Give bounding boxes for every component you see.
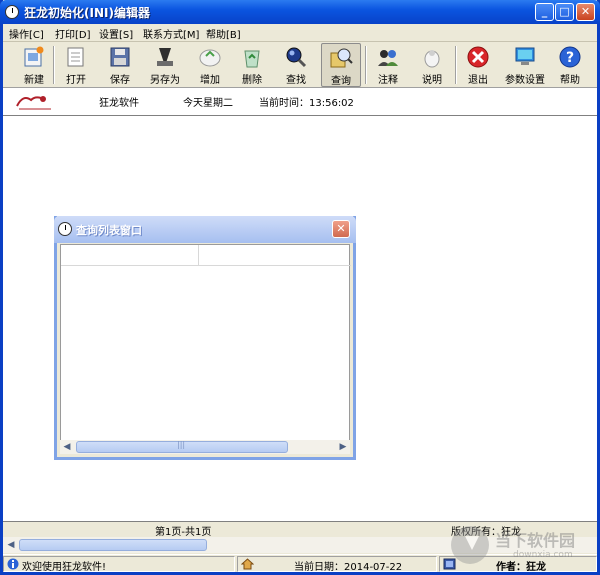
add-button[interactable]: 增加 xyxy=(193,43,227,87)
minimize-button[interactable]: _ xyxy=(535,3,554,21)
dialog-title: 查询列表窗口 xyxy=(76,224,142,237)
help-button[interactable]: ? 帮助 xyxy=(553,43,587,87)
download-arrow-icon xyxy=(451,526,489,564)
title-bar[interactable]: 狂龙初始化(INI)编辑器 _ □ ✕ xyxy=(0,0,600,24)
recycle-bin-icon xyxy=(244,50,260,68)
weekday-text: 今天星期二 xyxy=(183,98,233,109)
find-button[interactable]: 查找 xyxy=(279,43,313,87)
welcome-text: 欢迎使用狂龙软件! xyxy=(22,562,107,573)
toolbar-separator xyxy=(365,46,367,84)
scroll-left-icon[interactable]: ◀ xyxy=(60,440,74,454)
add-recycle-icon xyxy=(199,49,221,67)
clock-app-icon xyxy=(58,222,72,236)
save-as-icon xyxy=(157,48,173,66)
status-section-date: 当前日期：2014-07-22 xyxy=(237,556,437,573)
scroll-right-icon[interactable]: ▶ xyxy=(336,440,350,454)
magnifier-icon xyxy=(286,47,307,68)
list-column-header[interactable] xyxy=(61,245,199,266)
save-disk-icon xyxy=(110,47,130,67)
status-section-welcome: 欢迎使用狂龙软件! xyxy=(3,556,235,573)
svg-text:?: ? xyxy=(566,50,574,66)
current-date: 当前日期：2014-07-22 xyxy=(294,562,403,573)
toolbar: 新建 打开 保存 另存为 增加 删除 查找 查询 注释 说明 退出 参数设置 ?… xyxy=(3,42,597,88)
query-button[interactable]: 查询 xyxy=(321,43,361,87)
list-header xyxy=(61,245,351,266)
scroll-thumb[interactable] xyxy=(19,539,207,551)
query-list-view[interactable] xyxy=(60,244,351,442)
current-time: 当前时间：13:56:02 xyxy=(259,98,354,109)
save-button[interactable]: 保存 xyxy=(103,43,137,87)
comment-people-icon xyxy=(378,50,398,66)
open-folder-icon xyxy=(67,47,84,67)
new-file-icon xyxy=(24,46,44,67)
new-button[interactable]: 新建 xyxy=(17,43,51,87)
exit-x-icon xyxy=(467,46,489,68)
menu-print[interactable]: 打印[D] xyxy=(55,26,91,41)
save-as-button[interactable]: 另存为 xyxy=(145,43,185,87)
dragon-logo-icon xyxy=(16,96,51,110)
exit-button[interactable]: 退出 xyxy=(461,43,495,87)
open-button[interactable]: 打开 xyxy=(59,43,93,87)
delete-button[interactable]: 删除 xyxy=(235,43,269,87)
toolbar-separator xyxy=(455,46,457,84)
dialog-title-bar[interactable]: 查询列表窗口 ✕ xyxy=(54,216,356,243)
scroll-left-icon[interactable]: ◀ xyxy=(4,538,18,552)
scroll-thumb[interactable] xyxy=(76,440,288,453)
info-figure-icon xyxy=(424,50,440,68)
page-indicator: 第1页-共1页 xyxy=(155,527,212,538)
close-button[interactable]: ✕ xyxy=(576,3,595,21)
help-question-icon: ? xyxy=(559,46,581,68)
toolbar-separator xyxy=(53,46,55,84)
company-name: 狂龙软件 xyxy=(99,98,139,109)
clock-app-icon[interactable] xyxy=(5,5,19,19)
dialog-close-button[interactable]: ✕ xyxy=(332,220,350,238)
list-column-header[interactable] xyxy=(199,245,351,266)
menu-help[interactable]: 帮助[B] xyxy=(206,26,241,41)
monitor-settings-icon xyxy=(515,47,535,65)
query-search-icon xyxy=(330,48,353,68)
menu-bar: 操作[C] 打印[D] 设置[S] 联系方式[M] 帮助[B] xyxy=(3,24,597,42)
about-button[interactable]: 说明 xyxy=(415,43,449,87)
info-bar: 狂龙软件 今天星期二 当前时间：13:56:02 xyxy=(3,88,597,116)
comment-button[interactable]: 注释 xyxy=(371,43,405,87)
maximize-button[interactable]: □ xyxy=(555,3,574,21)
menu-contact[interactable]: 联系方式[M] xyxy=(143,26,199,41)
watermark: 当下软件园 downxia.com xyxy=(451,524,591,568)
settings-button[interactable]: 参数设置 xyxy=(501,43,549,87)
query-list-dialog: 查询列表窗口 ✕ ◀ ▶ xyxy=(54,216,356,460)
home-icon xyxy=(241,558,254,570)
dialog-horizontal-scrollbar[interactable]: ◀ ▶ xyxy=(60,440,350,454)
menu-settings[interactable]: 设置[S] xyxy=(99,26,133,41)
menu-operate[interactable]: 操作[C] xyxy=(9,26,44,41)
info-circle-icon xyxy=(7,558,19,570)
window-title: 狂龙初始化(INI)编辑器 xyxy=(24,6,150,20)
